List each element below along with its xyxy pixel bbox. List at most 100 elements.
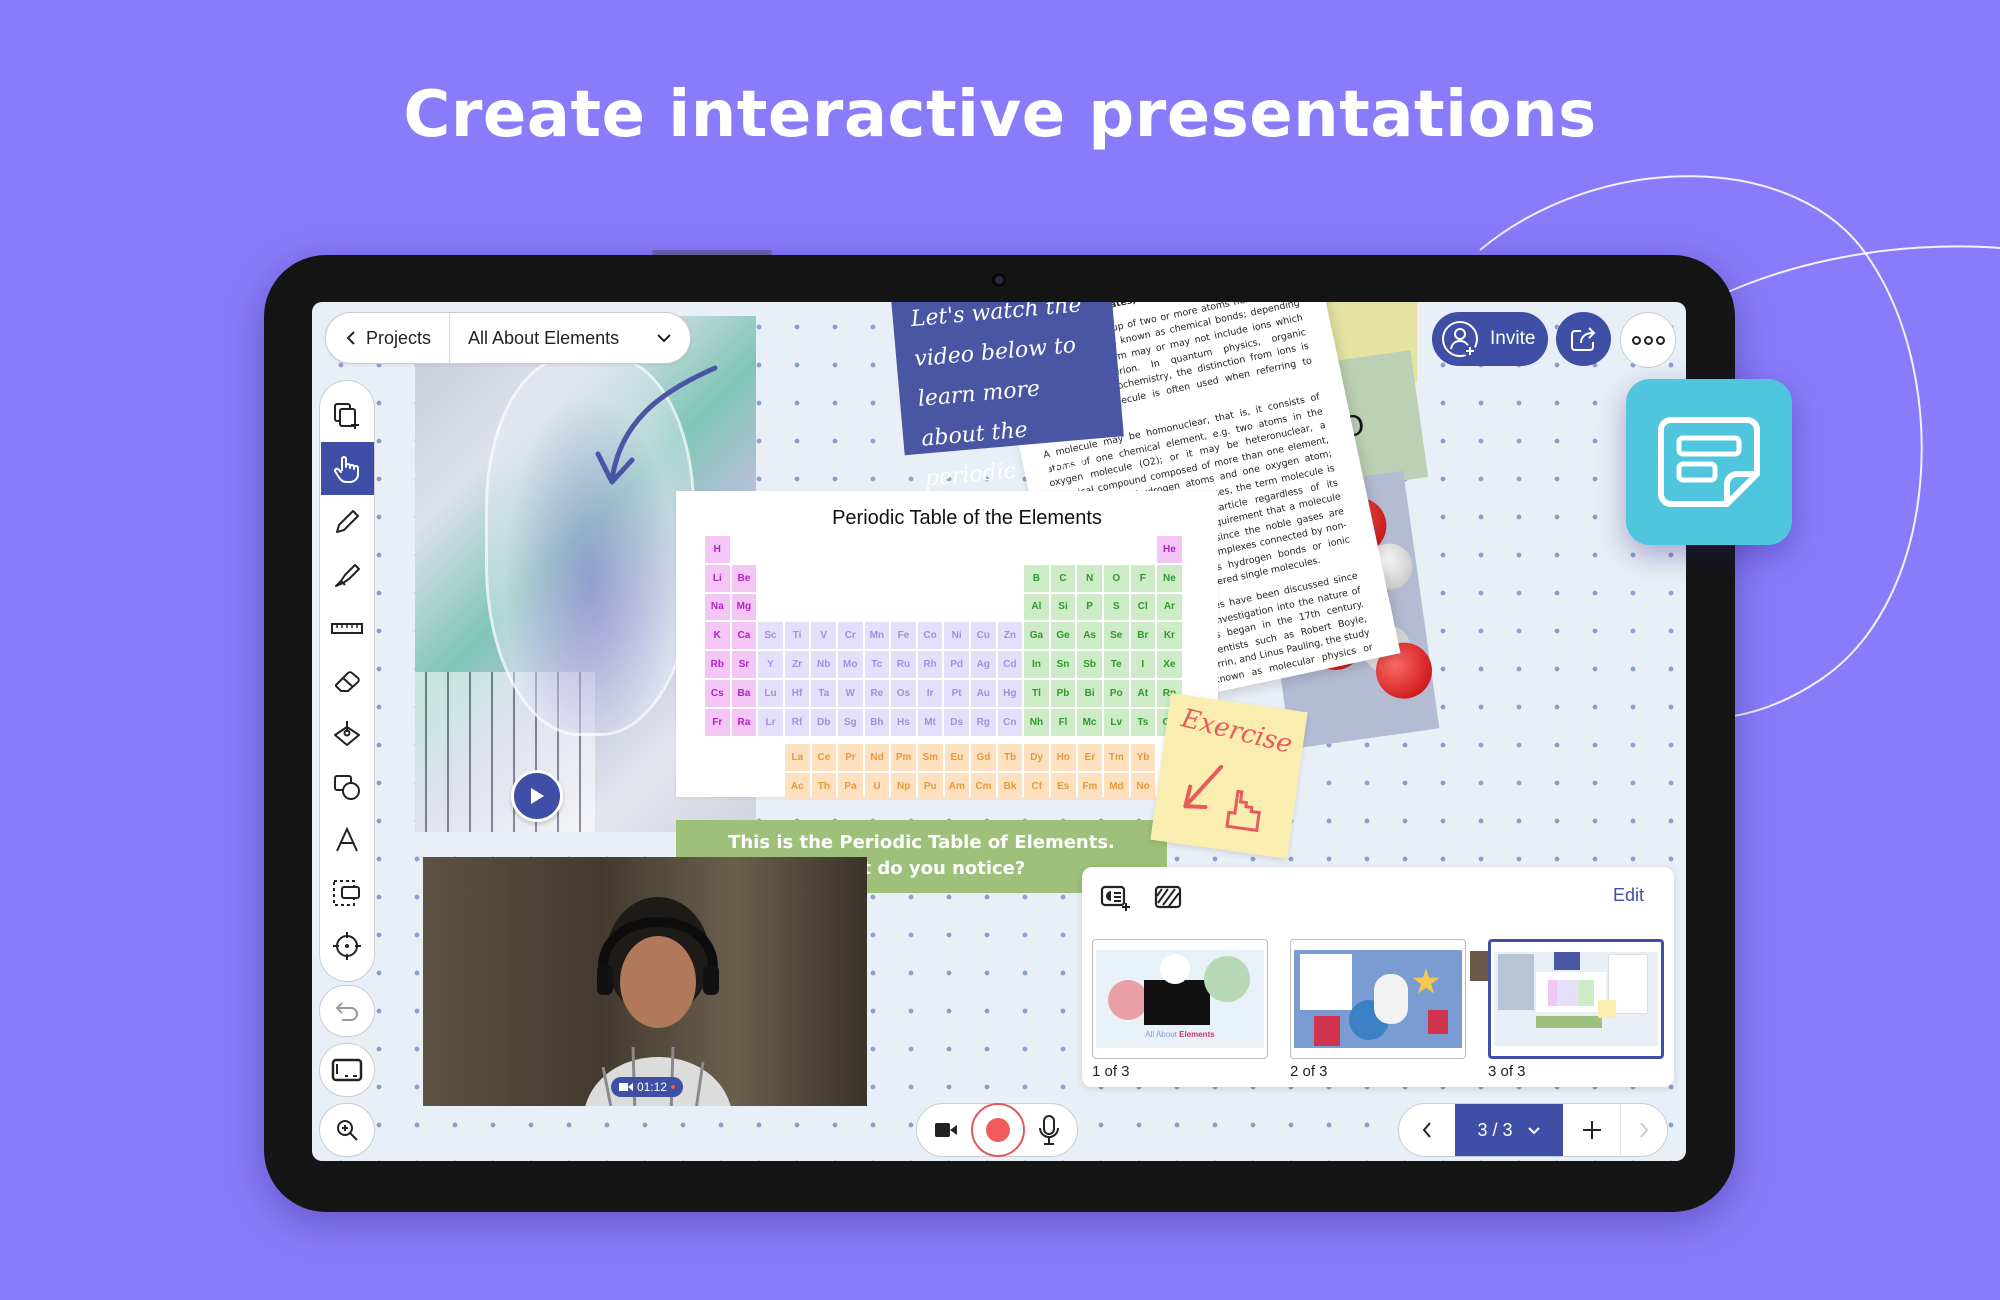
tool-laser-pointer[interactable] xyxy=(322,919,372,972)
slide-thumbnail-1[interactable]: All About Elements xyxy=(1092,939,1268,1059)
video-call-feed[interactable]: 01:12 xyxy=(423,857,867,1106)
element-cell: Au xyxy=(970,679,996,707)
tool-highlighter[interactable] xyxy=(322,548,372,601)
element-cell: Sc xyxy=(758,622,783,650)
element-cell: Dy xyxy=(1024,744,1049,771)
undo-button[interactable] xyxy=(319,985,375,1037)
project-selector[interactable]: All About Elements xyxy=(450,328,690,349)
element-cell: Tm xyxy=(1104,744,1129,771)
slide-thumbnail-3[interactable] xyxy=(1488,939,1664,1059)
element-cell: B xyxy=(1024,564,1049,592)
element-cell: Np xyxy=(891,772,916,800)
crosshair-icon xyxy=(333,931,361,960)
play-icon xyxy=(531,788,544,804)
plus-icon xyxy=(1582,1121,1601,1139)
element-cell: Re xyxy=(864,679,890,707)
edit-slides-button[interactable]: Edit xyxy=(1613,885,1644,906)
more-options-button[interactable] xyxy=(1620,312,1676,368)
element-cell: Cd xyxy=(997,651,1023,678)
zoom-in-icon xyxy=(337,1120,358,1141)
add-slide-icon[interactable] xyxy=(1100,885,1132,913)
record-icon xyxy=(985,1118,1010,1142)
play-video-button[interactable] xyxy=(511,770,563,822)
text-icon xyxy=(336,826,358,851)
element-cell: Fm xyxy=(1077,772,1103,800)
microphone-icon[interactable] xyxy=(1038,1114,1060,1146)
element-cell: In xyxy=(1024,651,1049,678)
element-cell: Hf xyxy=(784,679,810,707)
next-slide-button[interactable] xyxy=(1621,1104,1667,1156)
element-cell: Ac xyxy=(785,772,810,800)
periodic-table-grid: H He Li Be B C N O F Ne Na Mg Al Si P S Cl Ar K Ca Sc Ti V Cr Mn… xyxy=(704,535,1183,737)
element-cell: Mg xyxy=(731,593,757,621)
empty-cell xyxy=(838,536,863,563)
periodic-table-title: Periodic Table of the Elements xyxy=(832,507,1102,529)
empty-cell xyxy=(865,565,890,592)
video-timer: 01:12 xyxy=(637,1080,668,1094)
previous-slide-button[interactable] xyxy=(1399,1104,1455,1156)
chevron-left-icon xyxy=(1422,1122,1431,1138)
element-cell: S xyxy=(1103,593,1129,621)
tool-add-page[interactable] xyxy=(322,389,372,442)
empty-cell xyxy=(758,565,783,592)
element-cell: Er xyxy=(1077,744,1103,771)
empty-cell xyxy=(918,565,943,592)
empty-cell xyxy=(971,536,996,563)
element-cell: As xyxy=(1077,622,1102,650)
element-cell: Tb xyxy=(997,744,1023,771)
empty-cell xyxy=(785,565,810,592)
element-cell: Ti xyxy=(784,622,810,650)
back-label: Projects xyxy=(366,327,432,348)
element-cell: Md xyxy=(1104,772,1129,800)
back-to-projects-button[interactable]: Projects xyxy=(326,313,451,363)
element-cell: Nd xyxy=(864,744,890,771)
empty-cell xyxy=(918,536,943,563)
tool-hand[interactable] xyxy=(320,442,374,495)
add-slide-button[interactable] xyxy=(1563,1104,1621,1156)
record-button[interactable] xyxy=(970,1103,1025,1157)
periodic-table-card[interactable]: Periodic Table of the Elements H He Li Be B C… xyxy=(676,491,1218,800)
slides-panel: Edit All About Elements 1 of 3 2 of 3 3 … xyxy=(1082,867,1674,1087)
camera-toggle-icon[interactable] xyxy=(934,1121,958,1139)
invite-label: Invite xyxy=(1490,328,1536,349)
slide-thumbnail-2[interactable] xyxy=(1290,939,1466,1059)
arrow-annotation[interactable] xyxy=(590,362,730,492)
chevron-left-icon xyxy=(346,331,355,345)
empty-cell xyxy=(971,594,996,621)
empty-cell xyxy=(785,536,810,563)
element-cell: Pu xyxy=(917,772,943,800)
element-cell: Ba xyxy=(731,679,757,707)
empty-cell xyxy=(811,536,836,563)
exercise-sticky-note[interactable]: Exercise xyxy=(1150,693,1308,859)
element-cell: V xyxy=(811,622,836,650)
element-cell: Bk xyxy=(997,772,1023,800)
share-button[interactable] xyxy=(1556,312,1611,366)
tool-eraser[interactable] xyxy=(322,654,372,707)
handwritten-note[interactable]: Let's watch the video below to learn mor… xyxy=(890,302,1124,492)
fullscreen-button[interactable] xyxy=(319,1043,375,1097)
zoom-button[interactable] xyxy=(319,1103,375,1157)
slide-selector[interactable]: 3 / 3 xyxy=(1455,1104,1563,1156)
background-pattern-icon[interactable] xyxy=(1154,885,1182,909)
share-icon xyxy=(1570,327,1595,351)
tool-text[interactable] xyxy=(322,813,372,866)
invite-button[interactable]: Invite xyxy=(1432,312,1548,366)
element-cell: Cf xyxy=(1024,772,1049,800)
f-block-grid: La Ce Pr Nd Pm Sm Eu Gd Tb Dy Ho Er Tm Yb Ac Th Pa U Np Pu A… xyxy=(784,743,1156,801)
tool-select[interactable] xyxy=(322,866,372,919)
element-cell: Sm xyxy=(917,744,943,771)
element-cell: Ni xyxy=(944,622,969,650)
empty-cell xyxy=(758,536,783,563)
element-cell: Mt xyxy=(917,708,943,736)
tool-pen[interactable] xyxy=(322,495,372,548)
slide-caption: All About xyxy=(1145,1030,1180,1039)
tool-shapes[interactable] xyxy=(322,760,372,813)
tool-ruler[interactable] xyxy=(322,601,372,654)
empty-cell xyxy=(891,565,916,592)
project-name: All About Elements xyxy=(468,327,620,348)
element-cell: Cm xyxy=(971,772,996,800)
media-controls xyxy=(916,1103,1078,1157)
banner-line-1: This is the Periodic Table of Elements. xyxy=(728,832,1115,853)
tool-fill[interactable] xyxy=(322,707,372,760)
element-cell: Ca xyxy=(731,622,757,650)
